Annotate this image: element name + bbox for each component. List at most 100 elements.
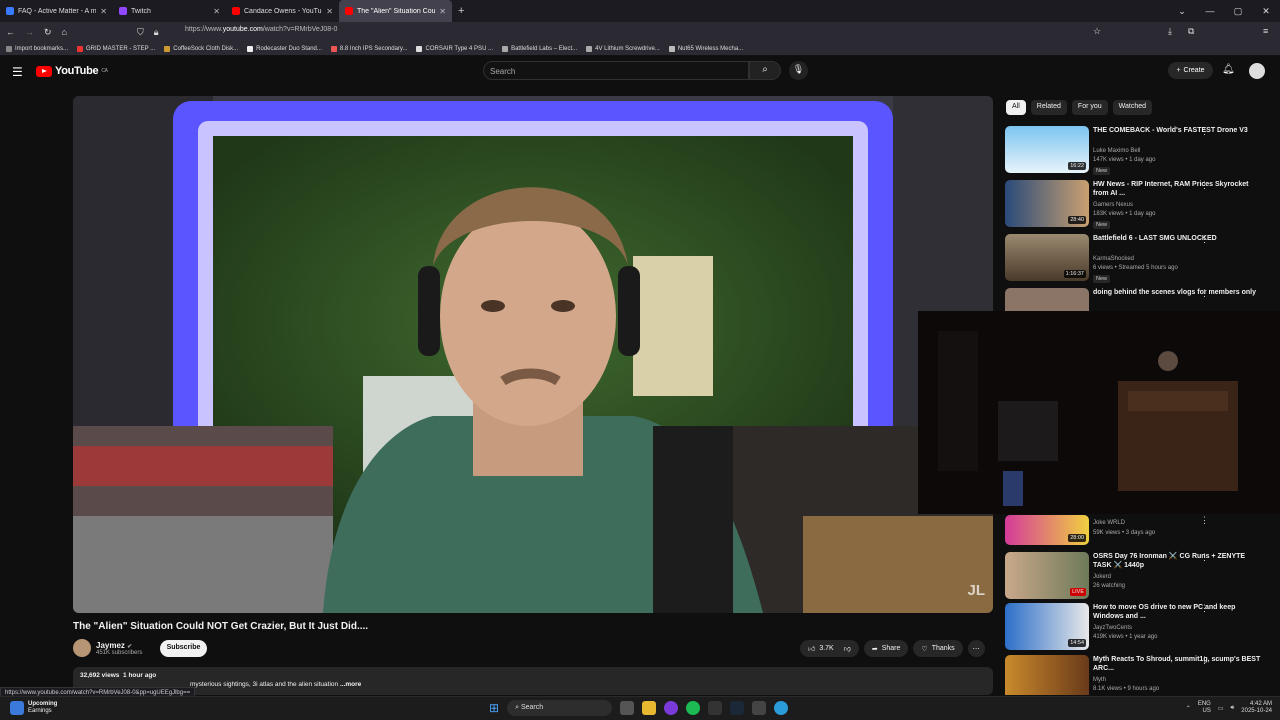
voice-search-button[interactable]: 🎙︎: [789, 61, 808, 80]
browser-tab-active[interactable]: The "Alien" Situation Could NC ✕: [339, 0, 452, 22]
recommendation-item[interactable]: 1:16:37 Battlefield 6 - LAST SMG UNLOCKE…: [1005, 234, 1275, 284]
browser-tab-faq[interactable]: FAQ - Active Matter - A mind-b ✕: [0, 0, 113, 22]
video-thumbnail[interactable]: LIVE: [1005, 552, 1089, 599]
bookmark-item[interactable]: GRID MASTER - STEP ...: [77, 45, 155, 52]
download-icon[interactable]: ⤓: [1168, 26, 1172, 37]
close-window-button[interactable]: ✕: [1252, 6, 1280, 17]
chip-for-you[interactable]: For you: [1071, 100, 1108, 115]
account-avatar[interactable]: [1249, 63, 1265, 79]
widgets-button[interactable]: Upcoming Earnings: [10, 701, 57, 715]
thumbs-up-icon[interactable]: 👍︎: [808, 644, 815, 653]
network-icon[interactable]: ▭: [1218, 705, 1224, 712]
home-icon[interactable]: ⌂: [62, 27, 67, 37]
more-options-icon[interactable]: ⋮: [1200, 180, 1209, 191]
recommendation-item[interactable]: 16:22 THE COMEBACK - World's FASTEST Dro…: [1005, 126, 1275, 176]
search-input[interactable]: Search: [483, 61, 749, 80]
hamburger-menu-icon[interactable]: ☰: [12, 65, 23, 79]
spotify-icon[interactable]: [686, 701, 701, 715]
description-box[interactable]: 32,692 views 1 hour ago mysterious sight…: [73, 667, 993, 695]
more-options-icon[interactable]: ⋮: [1200, 603, 1209, 614]
more-actions-button[interactable]: ⋯: [967, 640, 985, 657]
more-icon: ⋯: [972, 645, 980, 653]
new-tab-button[interactable]: +: [458, 5, 464, 17]
close-tab-icon[interactable]: ✕: [213, 7, 220, 16]
more-options-icon[interactable]: ⋮: [1200, 655, 1209, 666]
chip-related[interactable]: Related: [1030, 100, 1067, 115]
more-options-icon[interactable]: ⋮: [1200, 126, 1209, 137]
shield-icon[interactable]: ⛉: [137, 27, 144, 38]
share-button[interactable]: ➦ Share: [863, 640, 909, 657]
back-icon[interactable]: ←: [6, 27, 15, 37]
video-thumbnail[interactable]: [1005, 288, 1089, 311]
maximize-button[interactable]: ▢: [1224, 6, 1252, 17]
chip-watched[interactable]: Watched: [1112, 100, 1153, 115]
more-options-icon[interactable]: ⋮: [1200, 234, 1209, 245]
file-explorer-icon[interactable]: [642, 701, 657, 715]
chip-all[interactable]: All: [1006, 100, 1026, 115]
tab-list-icon[interactable]: ⌄: [1168, 6, 1196, 17]
clock[interactable]: 4:42 AM 2025-10-24: [1241, 701, 1272, 715]
bookmark-item[interactable]: CoffeeSock Cloth Disk...: [164, 45, 238, 52]
steam-icon[interactable]: [730, 701, 745, 715]
taskbar-search[interactable]: ⌕ Search: [507, 700, 613, 716]
lock-icon[interactable]: 🔒︎: [154, 27, 159, 38]
bookmark-item[interactable]: Battlefield Labs – Elect...: [502, 45, 577, 52]
search-button[interactable]: ⌕: [749, 61, 781, 80]
show-more-link[interactable]: ...more: [340, 681, 361, 688]
menu-icon[interactable]: ≡: [1263, 26, 1268, 36]
youtube-logo[interactable]: YouTube CA: [36, 65, 108, 77]
video-thumbnail[interactable]: [1005, 655, 1089, 695]
verified-icon: ✔: [127, 643, 133, 650]
close-tab-icon[interactable]: ✕: [100, 7, 107, 16]
video-thumbnail[interactable]: 1:16:37: [1005, 234, 1089, 281]
extensions-icon[interactable]: ⧉: [1188, 26, 1194, 37]
video-thumbnail[interactable]: 14:54: [1005, 603, 1089, 650]
start-button[interactable]: ⊞: [489, 701, 499, 715]
recommendation-item[interactable]: 14:54 How to move OS drive to new PC and…: [1005, 603, 1275, 653]
channel-info[interactable]: Jaymez ✔ 451K subscribers: [73, 639, 142, 657]
reload-icon[interactable]: ↻: [44, 27, 52, 38]
more-options-icon[interactable]: ⋮: [1200, 515, 1209, 526]
like-dislike-button[interactable]: 👍︎ 3.7K 👎︎: [800, 640, 859, 657]
bookmark-item[interactable]: Import bookmarks...: [6, 45, 68, 52]
close-tab-icon[interactable]: ✕: [326, 7, 333, 16]
tray-chevron-icon[interactable]: ⌃: [1186, 705, 1191, 712]
url-bar[interactable]: https://www.youtube.com/watch?v=RMrbVeJ0…: [185, 26, 337, 33]
minimize-button[interactable]: —: [1196, 6, 1224, 16]
recommendation-item[interactable]: Myth Reacts To Shroud, summit1g, scump's…: [1005, 655, 1275, 695]
browser-icon[interactable]: [774, 701, 789, 715]
recommendation-item[interactable]: LIVE OSRS Day 76 Ironman ⚔️ CG Runs + ZE…: [1005, 552, 1275, 602]
app-icon[interactable]: [664, 701, 679, 715]
task-view-icon[interactable]: [620, 701, 635, 715]
subscribe-button[interactable]: Subscribe: [160, 640, 207, 657]
bookmark-item[interactable]: 4V Lithium Screwdrive...: [586, 45, 660, 52]
bookmark-item[interactable]: CORSAIR Type 4 PSU ...: [416, 45, 493, 52]
browser-tab-twitch[interactable]: Twitch ✕: [113, 0, 226, 22]
thanks-button[interactable]: ♡ Thanks: [913, 640, 963, 657]
thumbs-down-icon[interactable]: 👎︎: [844, 644, 851, 653]
video-player[interactable]: JL: [73, 96, 993, 613]
video-thumbnail[interactable]: 16:22: [1005, 126, 1089, 173]
more-options-icon[interactable]: ⋮: [1200, 552, 1209, 563]
app-icon[interactable]: [752, 701, 767, 715]
bookmark-icon: [164, 45, 171, 52]
forward-icon[interactable]: →: [25, 27, 34, 37]
channel-avatar[interactable]: [73, 639, 91, 657]
recommendation-item[interactable]: doing behind the scenes vlogs for member…: [1005, 288, 1275, 311]
more-options-icon[interactable]: ⋮: [1200, 288, 1209, 299]
browser-tab-candace[interactable]: Candace Owens - YouTube ✕: [226, 0, 339, 22]
volume-icon[interactable]: 🔊︎: [1231, 705, 1235, 712]
video-thumbnail[interactable]: 28:00: [1005, 515, 1089, 545]
video-thumbnail[interactable]: 28:40: [1005, 180, 1089, 227]
close-tab-icon[interactable]: ✕: [439, 7, 446, 16]
notifications-bell-icon[interactable]: 🔔︎: [1222, 64, 1235, 75]
channel-name[interactable]: Jaymez ✔: [96, 641, 142, 650]
bookmark-star-icon[interactable]: ☆: [1093, 26, 1101, 37]
bookmark-item[interactable]: Rodecaster Duo Stand...: [247, 45, 322, 52]
recommendation-item[interactable]: 28:40 HW News - RIP Internet, RAM Prices…: [1005, 180, 1275, 230]
language-indicator[interactable]: ENG US: [1198, 701, 1211, 715]
app-icon[interactable]: [708, 701, 723, 715]
create-button[interactable]: + Create: [1168, 62, 1213, 79]
bookmark-item[interactable]: Nut65 Wireless Mecha...: [668, 45, 743, 52]
bookmark-item[interactable]: 8.8 Inch IPS Secondary...: [330, 45, 407, 52]
